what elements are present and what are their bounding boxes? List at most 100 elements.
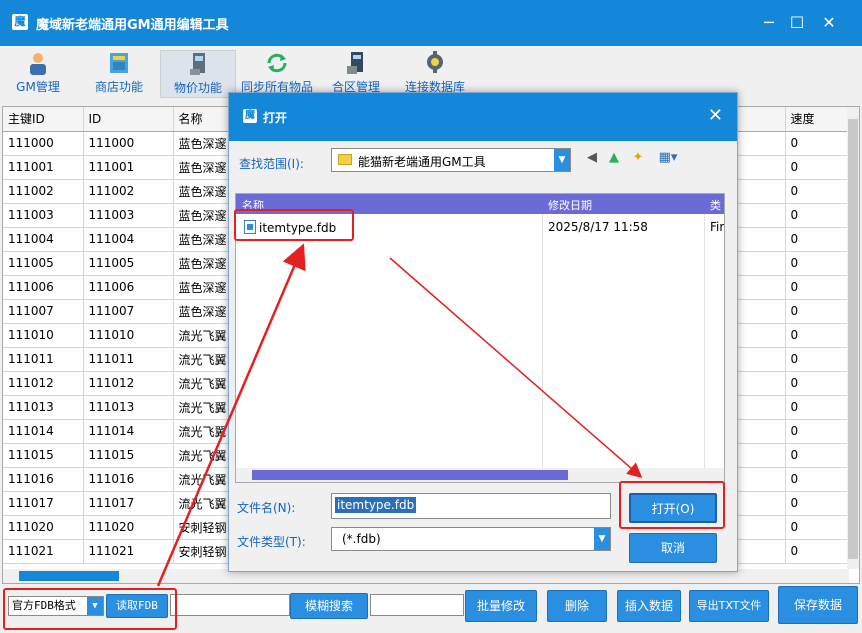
scroll-thumb[interactable] <box>252 470 568 480</box>
fuzzy-search-button[interactable]: 模糊搜索 <box>290 593 368 619</box>
view-menu-icon[interactable]: ▦▾ <box>655 149 681 167</box>
main-window: 魔 魔域新老端通用GM通用编辑工具 ─ ☐ ✕ GM管理 商店功能 物价功能 同… <box>0 0 862 633</box>
search-input[interactable] <box>170 594 290 616</box>
table-cell[interactable]: 0 <box>785 155 850 180</box>
close-button[interactable]: ✕ <box>814 10 844 36</box>
table-cell[interactable]: 111007 <box>83 299 174 324</box>
table-cell[interactable]: 111020 <box>83 515 174 540</box>
table-cell[interactable]: 0 <box>785 347 850 372</box>
table-cell[interactable]: 111016 <box>3 467 84 492</box>
table-cell[interactable]: 111020 <box>3 515 84 540</box>
table-cell[interactable]: 111014 <box>3 419 84 444</box>
table-cell[interactable]: 111006 <box>83 275 174 300</box>
column-divider <box>542 214 543 470</box>
back-icon[interactable]: ◀ <box>583 149 601 167</box>
minimize-button[interactable]: ─ <box>754 10 784 36</box>
table-cell[interactable]: 0 <box>785 323 850 348</box>
column-header-speed[interactable]: 速度 <box>785 107 850 132</box>
table-cell[interactable]: 111000 <box>83 131 174 156</box>
toolbar-price[interactable]: 物价功能 <box>160 50 236 98</box>
grid-vertical-scrollbar[interactable] <box>847 107 859 569</box>
batch-edit-button[interactable]: 批量修改 <box>465 590 537 622</box>
table-cell[interactable]: 111014 <box>83 419 174 444</box>
table-cell[interactable]: 0 <box>785 179 850 204</box>
table-cell[interactable]: 111000 <box>3 131 84 156</box>
scroll-thumb[interactable] <box>19 571 119 581</box>
table-cell[interactable]: 111013 <box>83 395 174 420</box>
table-cell[interactable]: 111017 <box>83 491 174 516</box>
table-cell[interactable]: 111010 <box>83 323 174 348</box>
toolbar-gm-manage[interactable]: GM管理 <box>14 50 62 98</box>
table-cell[interactable]: 111021 <box>83 539 174 564</box>
filename-value: itemtype.fdb <box>335 497 417 513</box>
table-cell[interactable]: 111004 <box>83 227 174 252</box>
highlight-read-box <box>3 588 177 630</box>
table-cell[interactable]: 0 <box>785 467 850 492</box>
export-txt-button[interactable]: 导出TXT文件 <box>689 590 769 622</box>
toolbar-shop[interactable]: 商店功能 <box>90 50 148 98</box>
table-cell[interactable]: 111011 <box>83 347 174 372</box>
save-data-button[interactable]: 保存数据 <box>778 586 858 624</box>
title-bar: 魔 魔域新老端通用GM通用编辑工具 ─ ☐ ✕ <box>0 0 862 46</box>
delete-button[interactable]: 删除 <box>547 590 607 622</box>
table-cell[interactable]: 111004 <box>3 227 84 252</box>
table-cell[interactable]: 0 <box>785 203 850 228</box>
column-header-type[interactable]: 类 <box>710 197 721 213</box>
filetype-combo[interactable]: (*.fdb) ▼ <box>331 527 611 551</box>
table-cell[interactable]: 111001 <box>83 155 174 180</box>
table-cell[interactable]: 111017 <box>3 491 84 516</box>
column-header-key-id[interactable]: 主键ID <box>3 107 84 132</box>
toolbar-merge[interactable]: 合区管理 <box>328 50 384 98</box>
column-header-id[interactable]: ID <box>83 107 174 132</box>
table-cell[interactable]: 111006 <box>3 275 84 300</box>
table-cell[interactable]: 0 <box>785 299 850 324</box>
table-cell[interactable]: 111013 <box>3 395 84 420</box>
table-cell[interactable]: 111005 <box>83 251 174 276</box>
table-cell[interactable]: 111010 <box>3 323 84 348</box>
cancel-button[interactable]: 取消 <box>629 533 717 563</box>
new-folder-icon[interactable]: ✦ <box>629 149 647 167</box>
batch-value-input[interactable] <box>370 594 464 616</box>
file-list-scrollbar[interactable] <box>236 468 724 482</box>
table-cell[interactable]: 0 <box>785 395 850 420</box>
table-cell[interactable]: 111002 <box>83 179 174 204</box>
up-folder-icon[interactable]: ▲ <box>605 149 623 167</box>
maximize-button[interactable]: ☐ <box>782 10 812 36</box>
table-cell[interactable]: 111012 <box>3 371 84 396</box>
table-cell[interactable]: 0 <box>785 371 850 396</box>
table-cell[interactable]: 0 <box>785 227 850 252</box>
toolbar-connect-db[interactable]: 连接数据库 <box>402 50 468 98</box>
dialog-close-icon[interactable]: ✕ <box>708 105 723 126</box>
window-title: 魔域新老端通用GM通用编辑工具 <box>36 18 229 33</box>
toolbar-sync-items[interactable]: 同步所有物品 <box>240 50 314 98</box>
table-cell[interactable]: 0 <box>785 419 850 444</box>
table-cell[interactable]: 0 <box>785 539 850 564</box>
table-cell[interactable]: 111011 <box>3 347 84 372</box>
table-cell[interactable]: 111007 <box>3 299 84 324</box>
filename-input[interactable]: itemtype.fdb <box>331 493 611 519</box>
table-cell[interactable]: 0 <box>785 131 850 156</box>
table-cell[interactable]: 111002 <box>3 179 84 204</box>
table-cell[interactable]: 111003 <box>83 203 174 228</box>
table-cell[interactable]: 111005 <box>3 251 84 276</box>
table-cell[interactable]: 111001 <box>3 155 84 180</box>
chevron-down-icon[interactable]: ▼ <box>554 149 570 171</box>
table-cell[interactable]: 0 <box>785 515 850 540</box>
look-in-combo[interactable]: 能猫新老端通用GM工具 ▼ <box>331 148 571 172</box>
table-cell[interactable]: 111021 <box>3 539 84 564</box>
table-cell[interactable]: 0 <box>785 491 850 516</box>
table-cell[interactable]: 111016 <box>83 467 174 492</box>
table-cell[interactable]: 111003 <box>3 203 84 228</box>
insert-data-button[interactable]: 插入数据 <box>617 590 681 622</box>
table-cell[interactable]: 111015 <box>83 443 174 468</box>
table-cell[interactable]: 0 <box>785 443 850 468</box>
table-cell[interactable]: 111012 <box>83 371 174 396</box>
table-cell[interactable]: 0 <box>785 275 850 300</box>
column-header-date[interactable]: 修改日期 <box>548 197 592 213</box>
dialog-app-icon: 魔 <box>243 109 257 123</box>
table-cell[interactable]: 111015 <box>3 443 84 468</box>
scroll-thumb[interactable] <box>848 119 858 559</box>
table-cell[interactable]: 0 <box>785 251 850 276</box>
chevron-down-icon[interactable]: ▼ <box>594 528 610 550</box>
dialog-title: 打开 <box>263 111 288 125</box>
